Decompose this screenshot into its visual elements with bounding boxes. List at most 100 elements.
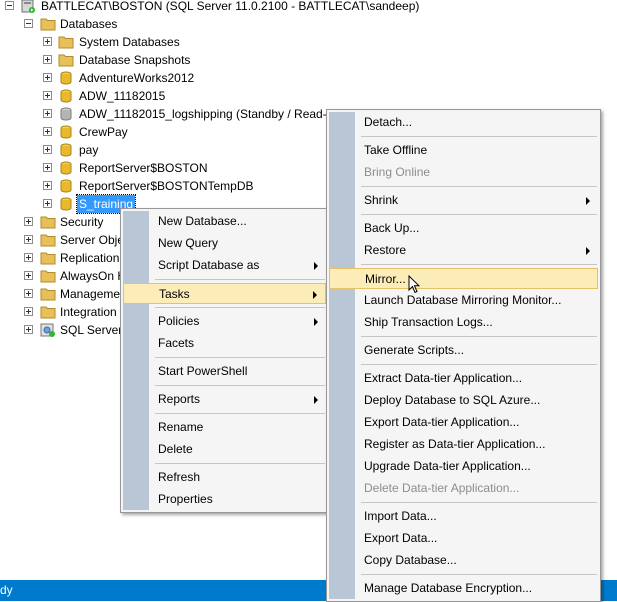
expand-toggle[interactable] bbox=[24, 271, 33, 280]
menu-item-properties[interactable]: Properties bbox=[123, 489, 326, 510]
mouse-cursor-icon bbox=[408, 275, 420, 294]
submenu-arrow-icon bbox=[586, 197, 590, 205]
tree-node-label: ADW_11182015 bbox=[79, 89, 166, 103]
folder-icon bbox=[40, 306, 56, 319]
menu-item-extract-data-tier[interactable]: Extract Data-tier Application... bbox=[329, 368, 598, 389]
expand-toggle[interactable] bbox=[24, 235, 33, 244]
expand-toggle[interactable] bbox=[43, 163, 52, 172]
database-context-menu: New Database... New Query Script Databas… bbox=[120, 208, 329, 513]
menu-separator bbox=[155, 413, 325, 414]
collapse-toggle[interactable] bbox=[24, 19, 33, 28]
expand-toggle[interactable] bbox=[24, 253, 33, 262]
submenu-arrow-icon bbox=[586, 247, 590, 255]
tree-node-label: ADW_11182015_logshipping (Standby / Read… bbox=[79, 107, 337, 121]
tree-node-label: Integration bbox=[60, 305, 117, 319]
folder-icon bbox=[40, 216, 56, 229]
menu-item-shrink[interactable]: Shrink bbox=[329, 190, 598, 211]
databases-label: Databases bbox=[60, 17, 118, 31]
database-icon bbox=[60, 143, 72, 157]
menu-item-facets[interactable]: Facets bbox=[123, 333, 326, 354]
folder-icon bbox=[40, 234, 56, 247]
expand-toggle[interactable] bbox=[43, 55, 52, 64]
menu-item-tasks[interactable]: Tasks bbox=[123, 283, 326, 304]
menu-separator bbox=[155, 385, 325, 386]
tree-node-label: CrewPay bbox=[79, 125, 128, 139]
menu-item-restore[interactable]: Restore bbox=[329, 240, 598, 261]
status-text: dy bbox=[0, 583, 13, 597]
tree-node-label: System Databases bbox=[79, 35, 180, 49]
expand-toggle[interactable] bbox=[43, 91, 52, 100]
menu-item-new-database[interactable]: New Database... bbox=[123, 211, 326, 232]
collapse-toggle[interactable] bbox=[5, 1, 14, 10]
menu-item-ship-transaction-logs[interactable]: Ship Transaction Logs... bbox=[329, 312, 598, 333]
tree-node-label: Security bbox=[60, 215, 104, 229]
server-label: BATTLECAT\BOSTON (SQL Server 11.0.2100 -… bbox=[41, 0, 420, 13]
expand-toggle[interactable] bbox=[43, 109, 52, 118]
expand-toggle[interactable] bbox=[43, 199, 52, 208]
expand-toggle[interactable] bbox=[43, 37, 52, 46]
database-standby-icon bbox=[60, 107, 72, 121]
menu-item-detach[interactable]: Detach... bbox=[329, 112, 598, 133]
submenu-arrow-icon bbox=[314, 396, 318, 404]
menu-item-export-data-tier[interactable]: Export Data-tier Application... bbox=[329, 412, 598, 433]
menu-item-mirror[interactable]: Mirror... bbox=[329, 268, 598, 289]
expand-toggle[interactable] bbox=[43, 181, 52, 190]
submenu-arrow-icon bbox=[314, 262, 318, 270]
tree-node-databases[interactable]: Databases bbox=[0, 15, 617, 33]
menu-item-manage-encryption[interactable]: Manage Database Encryption... bbox=[329, 578, 598, 599]
tree-node-label: ReportServer$BOSTONTempDB bbox=[79, 179, 254, 193]
expand-toggle[interactable] bbox=[24, 289, 33, 298]
menu-item-policies[interactable]: Policies bbox=[123, 311, 326, 332]
tree-node-label: ReportServer$BOSTON bbox=[79, 161, 208, 175]
folder-icon bbox=[40, 252, 56, 265]
database-icon bbox=[60, 125, 72, 139]
menu-separator bbox=[361, 364, 597, 365]
menu-item-take-offline[interactable]: Take Offline bbox=[329, 140, 598, 161]
database-icon bbox=[60, 161, 72, 175]
expand-toggle[interactable] bbox=[24, 307, 33, 316]
menu-item-generate-scripts[interactable]: Generate Scripts... bbox=[329, 340, 598, 361]
database-icon bbox=[60, 179, 72, 193]
menu-separator bbox=[361, 502, 597, 503]
database-icon bbox=[60, 89, 72, 103]
tree-node-label: AdventureWorks2012 bbox=[79, 71, 195, 85]
menu-item-copy-database[interactable]: Copy Database... bbox=[329, 550, 598, 571]
menu-item-refresh[interactable]: Refresh bbox=[123, 467, 326, 488]
expand-toggle[interactable] bbox=[43, 145, 52, 154]
menu-separator bbox=[361, 264, 597, 265]
folder-icon bbox=[40, 270, 56, 283]
tree-node-server[interactable]: BATTLECAT\BOSTON (SQL Server 11.0.2100 -… bbox=[0, 0, 617, 15]
menu-item-register-data-tier[interactable]: Register as Data-tier Application... bbox=[329, 434, 598, 455]
menu-separator bbox=[155, 463, 325, 464]
menu-item-reports[interactable]: Reports bbox=[123, 389, 326, 410]
expand-toggle[interactable] bbox=[24, 217, 33, 226]
tree-node-label: Replication bbox=[60, 251, 120, 265]
menu-separator bbox=[361, 336, 597, 337]
expand-toggle[interactable] bbox=[24, 325, 33, 334]
folder-icon bbox=[58, 54, 74, 67]
server-icon bbox=[21, 0, 35, 13]
folder-icon bbox=[40, 18, 56, 31]
menu-item-upgrade-data-tier[interactable]: Upgrade Data-tier Application... bbox=[329, 456, 598, 477]
menu-item-new-query[interactable]: New Query bbox=[123, 233, 326, 254]
menu-item-delete[interactable]: Delete bbox=[123, 439, 326, 460]
expand-toggle[interactable] bbox=[43, 73, 52, 82]
submenu-arrow-icon bbox=[313, 291, 317, 299]
database-icon bbox=[60, 197, 72, 211]
menu-item-back-up[interactable]: Back Up... bbox=[329, 218, 598, 239]
menu-separator bbox=[361, 186, 597, 187]
tree-node-label: Manageme bbox=[60, 287, 121, 301]
menu-item-import-data[interactable]: Import Data... bbox=[329, 506, 598, 527]
tree-node-label: AlwaysOn H bbox=[60, 269, 127, 283]
menu-item-bring-online: Bring Online bbox=[364, 165, 431, 179]
menu-item-delete-data-tier: Delete Data-tier Application... bbox=[364, 481, 520, 495]
menu-separator bbox=[361, 136, 597, 137]
menu-item-launch-mirroring-monitor[interactable]: Launch Database Mirroring Monitor... bbox=[329, 290, 598, 311]
menu-item-deploy-to-azure[interactable]: Deploy Database to SQL Azure... bbox=[329, 390, 598, 411]
menu-item-script-database-as[interactable]: Script Database as bbox=[123, 255, 326, 276]
menu-separator bbox=[361, 574, 597, 575]
expand-toggle[interactable] bbox=[43, 127, 52, 136]
menu-item-export-data[interactable]: Export Data... bbox=[329, 528, 598, 549]
menu-item-rename[interactable]: Rename bbox=[123, 417, 326, 438]
menu-item-start-powershell[interactable]: Start PowerShell bbox=[123, 361, 326, 382]
